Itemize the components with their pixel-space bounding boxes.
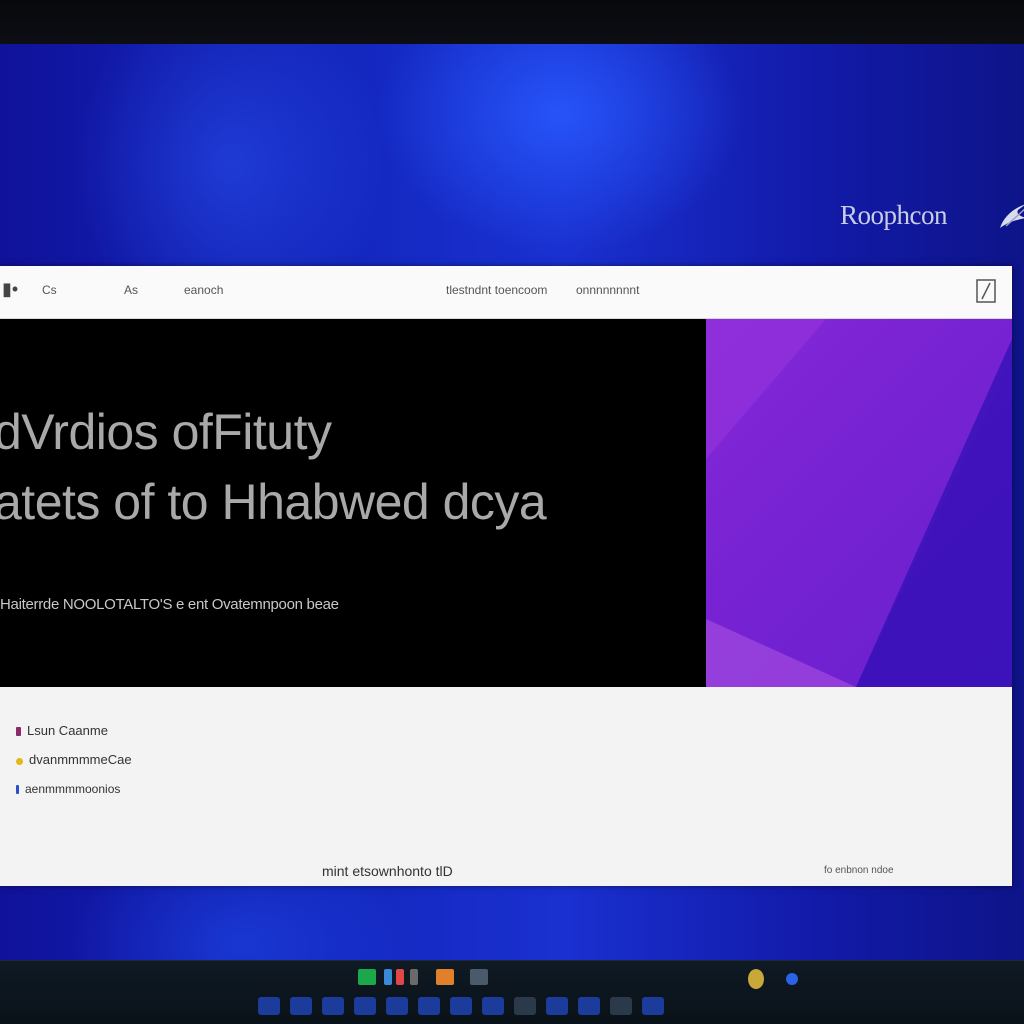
bullet-marker [16, 785, 19, 794]
brand-logo: Roophcon [840, 200, 948, 230]
list-item-label: Lsun Caanme [27, 723, 108, 738]
location-icon[interactable] [748, 969, 764, 989]
app-icon[interactable] [358, 969, 376, 985]
top-navigation-bar: ▮• Cs As eanoch tlestndnt toencoom onnnn… [0, 266, 1012, 319]
app-icon[interactable] [470, 969, 488, 985]
taskbar [0, 960, 1024, 1024]
dock-app-icon[interactable] [482, 997, 504, 1015]
dock-app-icon[interactable] [258, 997, 280, 1015]
list-item[interactable]: dvanmmmmeCae [16, 752, 132, 767]
hero-artwork [706, 319, 1012, 687]
dock-app-icon[interactable] [322, 997, 344, 1015]
list-item-label: dvanmmmmeCae [29, 752, 132, 767]
dock-app-icon[interactable] [642, 997, 664, 1015]
bullet-marker [16, 727, 21, 736]
dock-app-icon[interactable] [450, 997, 472, 1015]
hero-subtitle: Haiterrde NOOLOTALTO'S e ent Ovatemnpoon… [0, 596, 339, 613]
dock-app-icon[interactable] [610, 997, 632, 1015]
list-item-label: aenmmmmoonios [25, 782, 121, 796]
dock-app-icon[interactable] [514, 997, 536, 1015]
app-window: ▮• Cs As eanoch tlestndnt toencoom onnnn… [0, 266, 1012, 886]
hero-title: dVrdios ofFituty atets of to Hhabwed dcy… [0, 397, 547, 537]
list-item[interactable]: aenmmmmoonios [16, 782, 120, 796]
nav-item[interactable]: Cs [42, 283, 57, 297]
hero-title-line: dVrdios ofFituty [0, 404, 332, 460]
dock-app-icon[interactable] [578, 997, 600, 1015]
footer-link[interactable]: mint etsownhonto tlD [322, 863, 453, 879]
app-icon[interactable] [396, 969, 404, 985]
sidebar-icon[interactable]: ▮• [2, 279, 18, 300]
window-controls-icon[interactable] [976, 279, 998, 310]
app-icon[interactable] [384, 969, 392, 985]
content-panel: Lsun Caanme dvanmmmmeCae aenmmmmoonios m… [0, 687, 1012, 886]
desktop-screen: Roophcon ▮• Cs As eanoch tlestndnt toenc… [0, 0, 1024, 1024]
dock-app-icon[interactable] [354, 997, 376, 1015]
nav-item[interactable]: As [124, 283, 138, 297]
status-dot-icon[interactable] [786, 973, 798, 985]
dock-app-icon[interactable] [386, 997, 408, 1015]
app-icon[interactable] [410, 969, 418, 985]
list-item[interactable]: Lsun Caanme [16, 723, 108, 738]
dock-app-icon[interactable] [418, 997, 440, 1015]
bullet-marker [16, 758, 23, 765]
hero-title-line: atets of to Hhabwed dcya [0, 474, 547, 530]
footer-note: fo enbnon ndoe [824, 865, 894, 876]
app-icon[interactable] [436, 969, 454, 985]
hero-banner: dVrdios ofFituty atets of to Hhabwed dcy… [0, 319, 706, 687]
nav-item[interactable]: eanoch [184, 283, 223, 297]
feather-logo-icon [996, 198, 1024, 238]
nav-item[interactable]: tlestndnt toencoom [446, 283, 547, 297]
nav-item[interactable]: onnnnnnnnt [576, 283, 639, 297]
dock-app-icon[interactable] [546, 997, 568, 1015]
dock-app-icon[interactable] [290, 997, 312, 1015]
monitor-bezel [0, 0, 1024, 44]
